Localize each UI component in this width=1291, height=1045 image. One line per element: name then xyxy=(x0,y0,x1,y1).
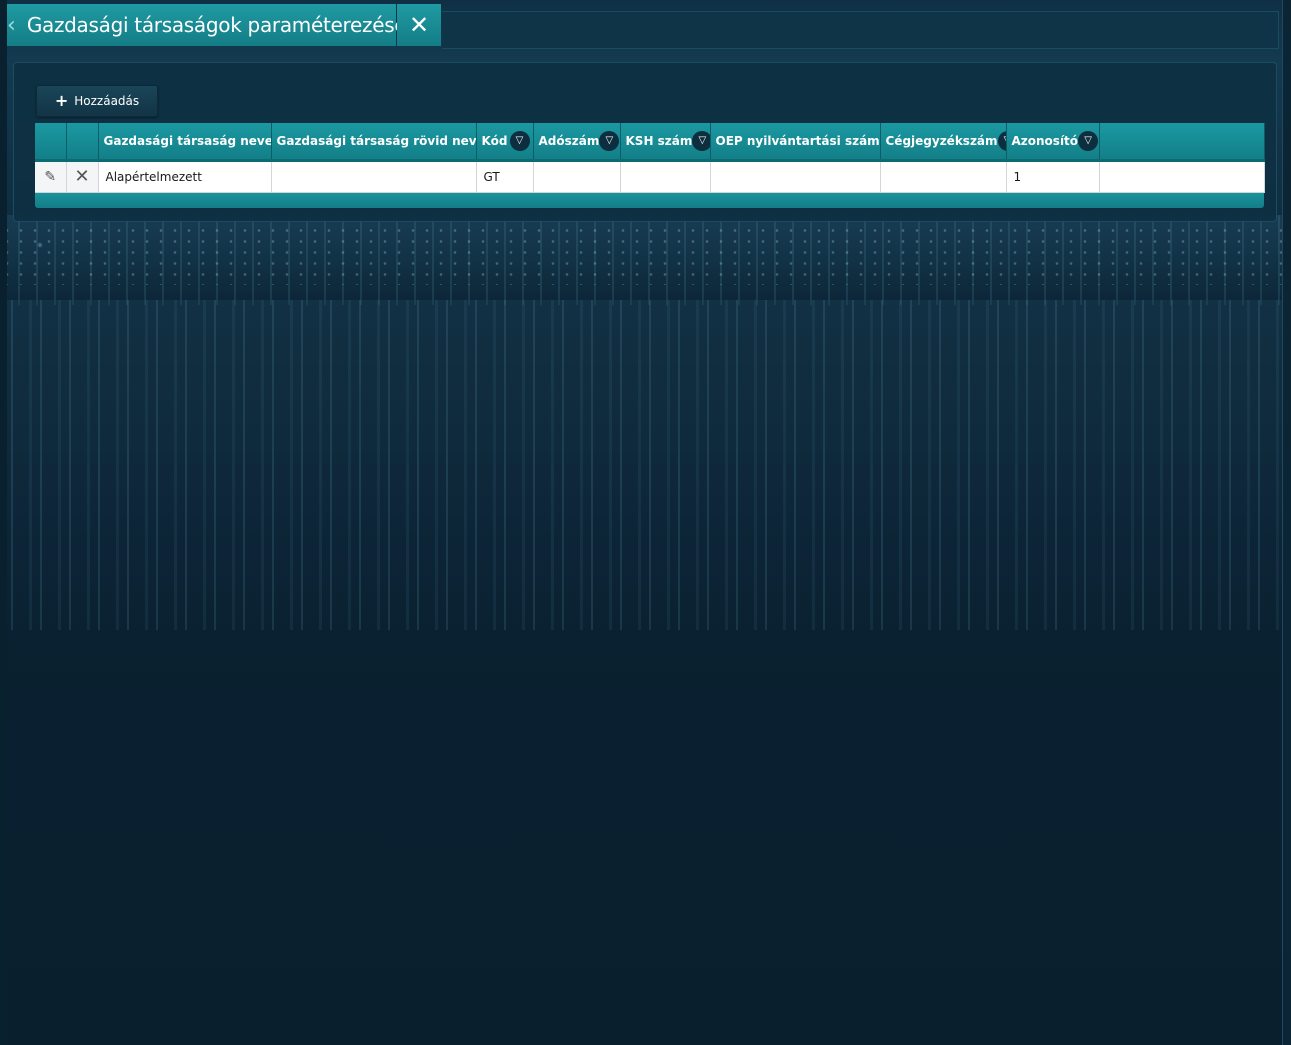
plus-icon: + xyxy=(54,91,69,110)
cell-oep-number xyxy=(710,160,881,193)
companies-table: Gazdasági társaság neve ▽ Gazdasági társ… xyxy=(35,123,1265,193)
grid-footer xyxy=(35,192,1264,208)
column-label: Gazdasági társaság neve xyxy=(103,133,271,148)
column-header-ksh-number[interactable]: KSH szám ▽ xyxy=(620,123,711,162)
edit-button[interactable]: ✎ xyxy=(35,160,67,193)
column-label: Adószám xyxy=(538,133,600,148)
cell-filler xyxy=(1099,160,1265,193)
chevron-left-icon: ‹ xyxy=(7,12,16,38)
column-header-code[interactable]: Kód ▽ xyxy=(476,123,534,162)
edit-column-header xyxy=(35,123,67,162)
table-row[interactable]: ✎ ✕ Alapértelmezett GT 1 xyxy=(35,160,1265,193)
title-bar-extension xyxy=(442,11,1279,49)
filter-icon[interactable]: ▽ xyxy=(599,130,619,151)
title-tab: ‹ Gazdasági társaságok paraméterezése xyxy=(7,4,407,46)
cell-ksh-number xyxy=(620,160,711,193)
column-label: OEP nyilvántartási szám xyxy=(715,133,880,148)
table-header-row: Gazdasági társaság neve ▽ Gazdasági társ… xyxy=(35,123,1265,162)
title-bar: ‹ Gazdasági társaságok paraméterezése ✕ xyxy=(7,4,1279,49)
close-icon: ✕ xyxy=(408,11,430,39)
cell-short-name xyxy=(271,160,477,193)
left-edge xyxy=(0,0,7,1045)
column-header-oep-number[interactable]: OEP nyilvántartási szám ▽ xyxy=(710,123,881,162)
column-header-name[interactable]: Gazdasági társaság neve ▽ xyxy=(98,123,272,162)
cell-code: GT xyxy=(476,160,534,193)
page-title: Gazdasági társaságok paraméterezése xyxy=(26,13,407,37)
column-label: Cégjegyzékszám xyxy=(885,133,998,148)
filter-icon[interactable]: ▽ xyxy=(997,130,1005,151)
filter-icon[interactable]: ▽ xyxy=(692,130,709,151)
column-label: KSH szám xyxy=(625,133,693,148)
column-header-tax-number[interactable]: Adószám ▽ xyxy=(533,123,621,162)
column-header-short-name[interactable]: Gazdasági társaság rövid neve ▽ xyxy=(271,123,477,162)
cell-id: 1 xyxy=(1006,160,1100,193)
column-header-id[interactable]: Azonosító ▽ xyxy=(1006,123,1100,162)
background-lights xyxy=(0,225,1291,285)
cell-name: Alapértelmezett xyxy=(98,160,272,193)
add-button-label: Hozzáadás xyxy=(74,94,140,108)
column-label: Gazdasági társaság rövid neve xyxy=(276,133,476,148)
cell-company-reg-number xyxy=(880,160,1007,193)
close-button[interactable]: ✕ xyxy=(397,4,441,46)
column-label: Azonosító xyxy=(1011,133,1079,148)
pencil-icon: ✎ xyxy=(44,168,57,185)
background-reflection xyxy=(0,300,1291,630)
back-button[interactable]: ‹ xyxy=(7,4,16,46)
filter-icon[interactable]: ▽ xyxy=(509,130,530,151)
delete-column-header xyxy=(66,123,99,162)
delete-icon: ✕ xyxy=(74,166,90,187)
delete-button[interactable]: ✕ xyxy=(66,160,99,193)
column-label: Kód xyxy=(481,133,508,148)
filler-column-header xyxy=(1099,123,1265,162)
cell-tax-number xyxy=(533,160,621,193)
right-edge xyxy=(1282,0,1291,1045)
column-header-company-reg-number[interactable]: Cégjegyzékszám ▽ xyxy=(880,123,1007,162)
add-button[interactable]: + Hozzáadás xyxy=(36,85,158,117)
data-grid: Gazdasági társaság neve ▽ Gazdasági társ… xyxy=(35,123,1265,208)
filter-icon[interactable]: ▽ xyxy=(1078,130,1098,151)
main-panel: + Hozzáadás Gazdasági társaság neve Gazd… xyxy=(13,62,1277,222)
